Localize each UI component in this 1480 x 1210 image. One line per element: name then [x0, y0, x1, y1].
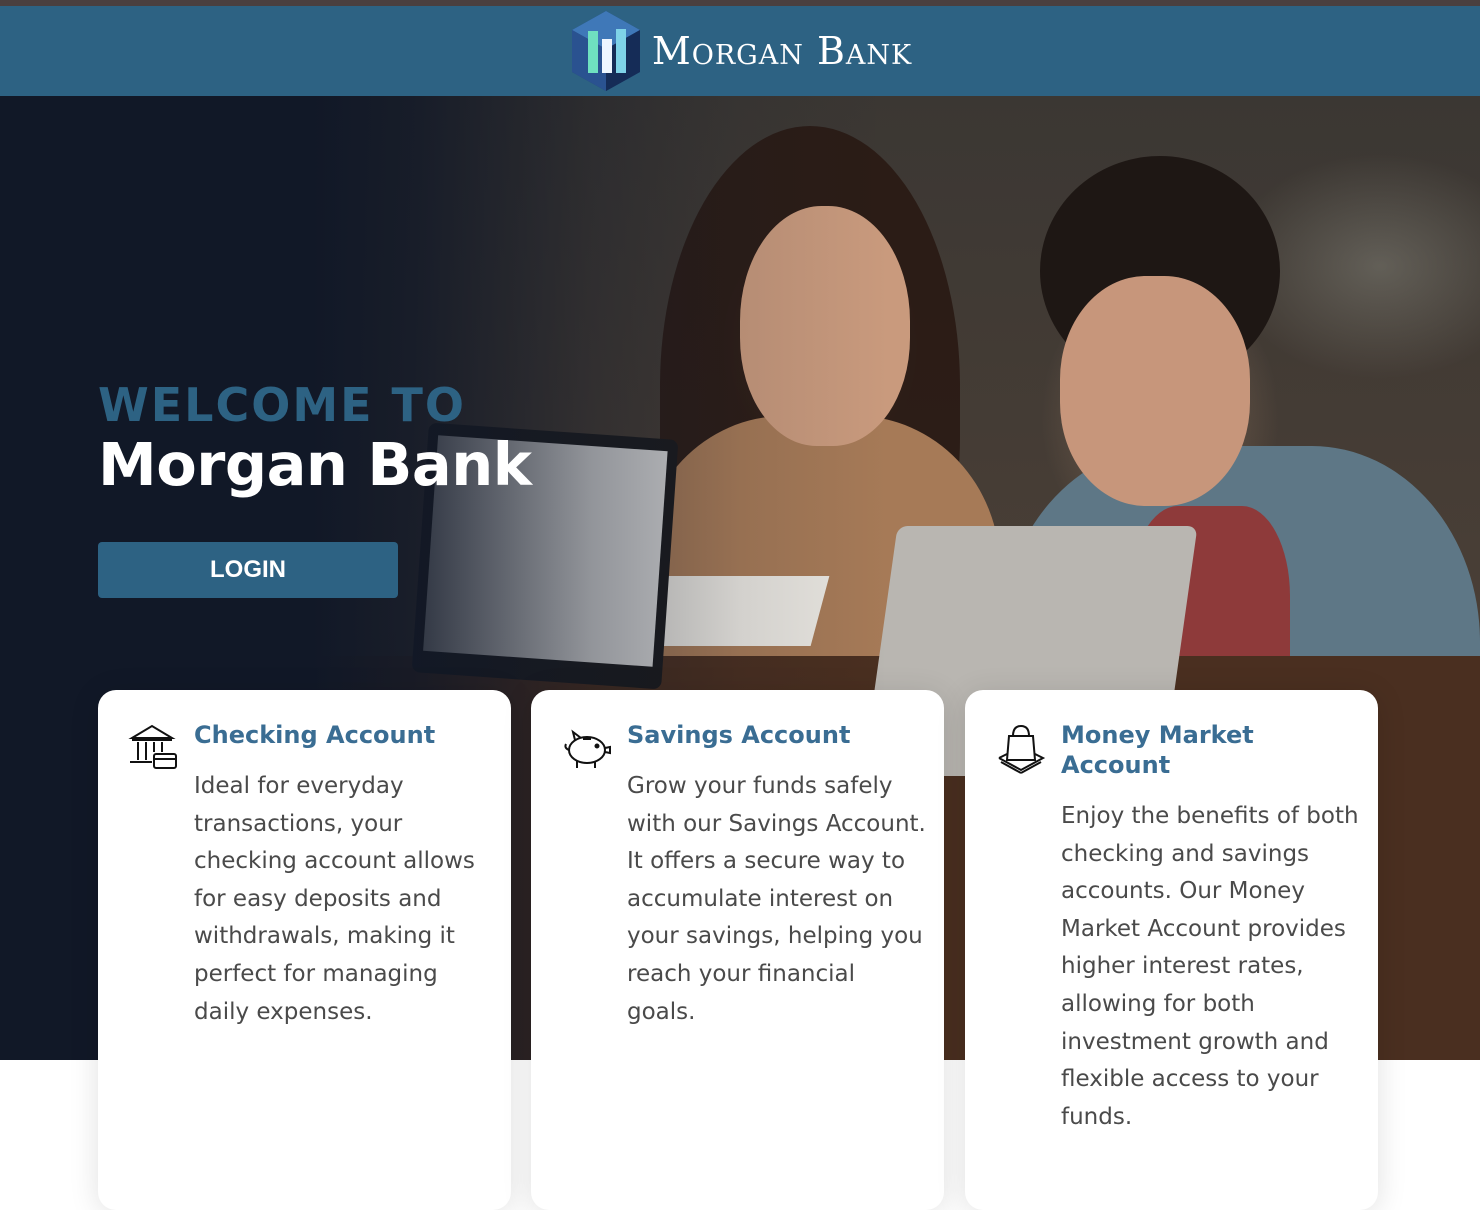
card-title: Money Market Account: [1061, 721, 1254, 779]
card-description: Grow your funds safely with our Savings …: [627, 773, 926, 1025]
login-button[interactable]: LOGIN: [98, 542, 398, 598]
bank-building-icon: [128, 724, 177, 769]
bank-logo[interactable]: Morgan Bank: [568, 9, 912, 93]
hero-welcome-label: WELCOME TO: [98, 378, 467, 432]
logo-cube-icon: [571, 11, 640, 91]
card-title: Checking Account: [194, 721, 436, 749]
checking-account-card[interactable]: Checking Account Ideal for everyday tran…: [98, 690, 511, 1210]
shopping-bag-icon: [998, 724, 1046, 774]
brand-name: Morgan Bank: [651, 29, 913, 73]
money-market-account-card[interactable]: Money Market Account Enjoy the benefits …: [965, 690, 1378, 1210]
card-description: Enjoy the benefits of both checking and …: [1061, 803, 1359, 1130]
site-header: Morgan Bank: [0, 6, 1480, 96]
card-title: Savings Account: [627, 721, 851, 749]
hero-bank-name: Morgan Bank: [98, 430, 532, 499]
piggy-bank-icon: [564, 729, 611, 768]
savings-account-card[interactable]: Savings Account Grow your funds safely w…: [531, 690, 944, 1210]
card-description: Ideal for everyday transactions, your ch…: [194, 773, 475, 1025]
